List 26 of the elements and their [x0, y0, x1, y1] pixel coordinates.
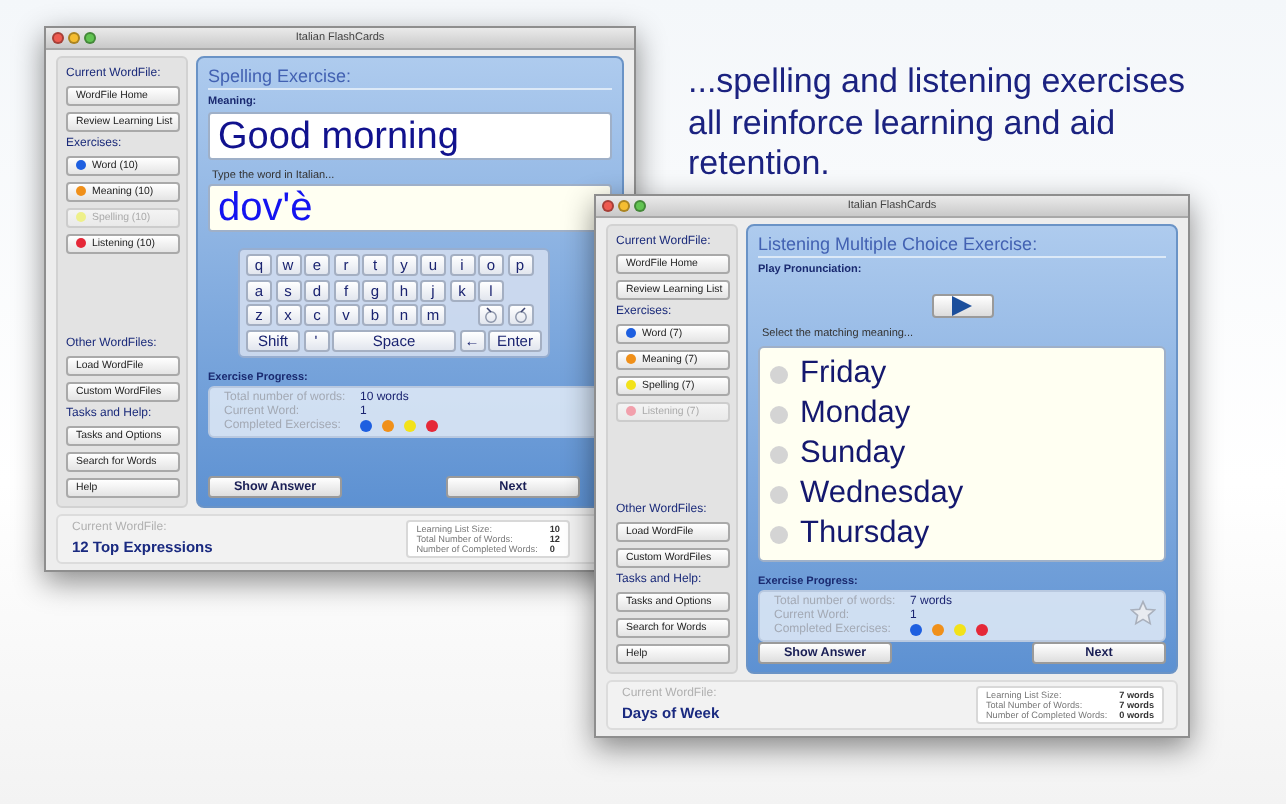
star-icon[interactable] [1130, 600, 1156, 626]
exercise-title: Listening Multiple Choice Exercise: [758, 234, 1166, 258]
choice-option[interactable]: Friday [770, 354, 1154, 394]
tagline-text: ...spelling and listening exercises all reinforce learning and aid retention. [688, 62, 1188, 187]
radio-button[interactable] [770, 365, 788, 383]
choice-option[interactable]: Sunday [770, 434, 1154, 474]
grave-accent-key[interactable] [478, 304, 504, 326]
choice-option[interactable]: Thursday [770, 514, 1154, 554]
meaning-text: Good morning [208, 112, 612, 160]
choice-option[interactable]: Wednesday [770, 474, 1154, 514]
choice-option[interactable]: Monday [770, 394, 1154, 434]
play-button[interactable] [931, 294, 993, 318]
radio-button[interactable] [770, 445, 788, 463]
play-icon [950, 296, 974, 316]
acute-accent-key[interactable] [507, 304, 533, 326]
answer-field[interactable]: dov'è [208, 184, 612, 232]
radio-button[interactable] [770, 485, 788, 503]
minimize-button[interactable] [68, 32, 80, 44]
radio-button[interactable] [770, 405, 788, 423]
minimize-button[interactable] [618, 200, 630, 212]
exercise-title: Spelling Exercise: [208, 66, 612, 90]
close-button[interactable] [602, 200, 614, 212]
radio-button[interactable] [770, 525, 788, 543]
zoom-button[interactable] [634, 200, 646, 212]
close-button[interactable] [52, 32, 64, 44]
zoom-button[interactable] [84, 32, 96, 44]
